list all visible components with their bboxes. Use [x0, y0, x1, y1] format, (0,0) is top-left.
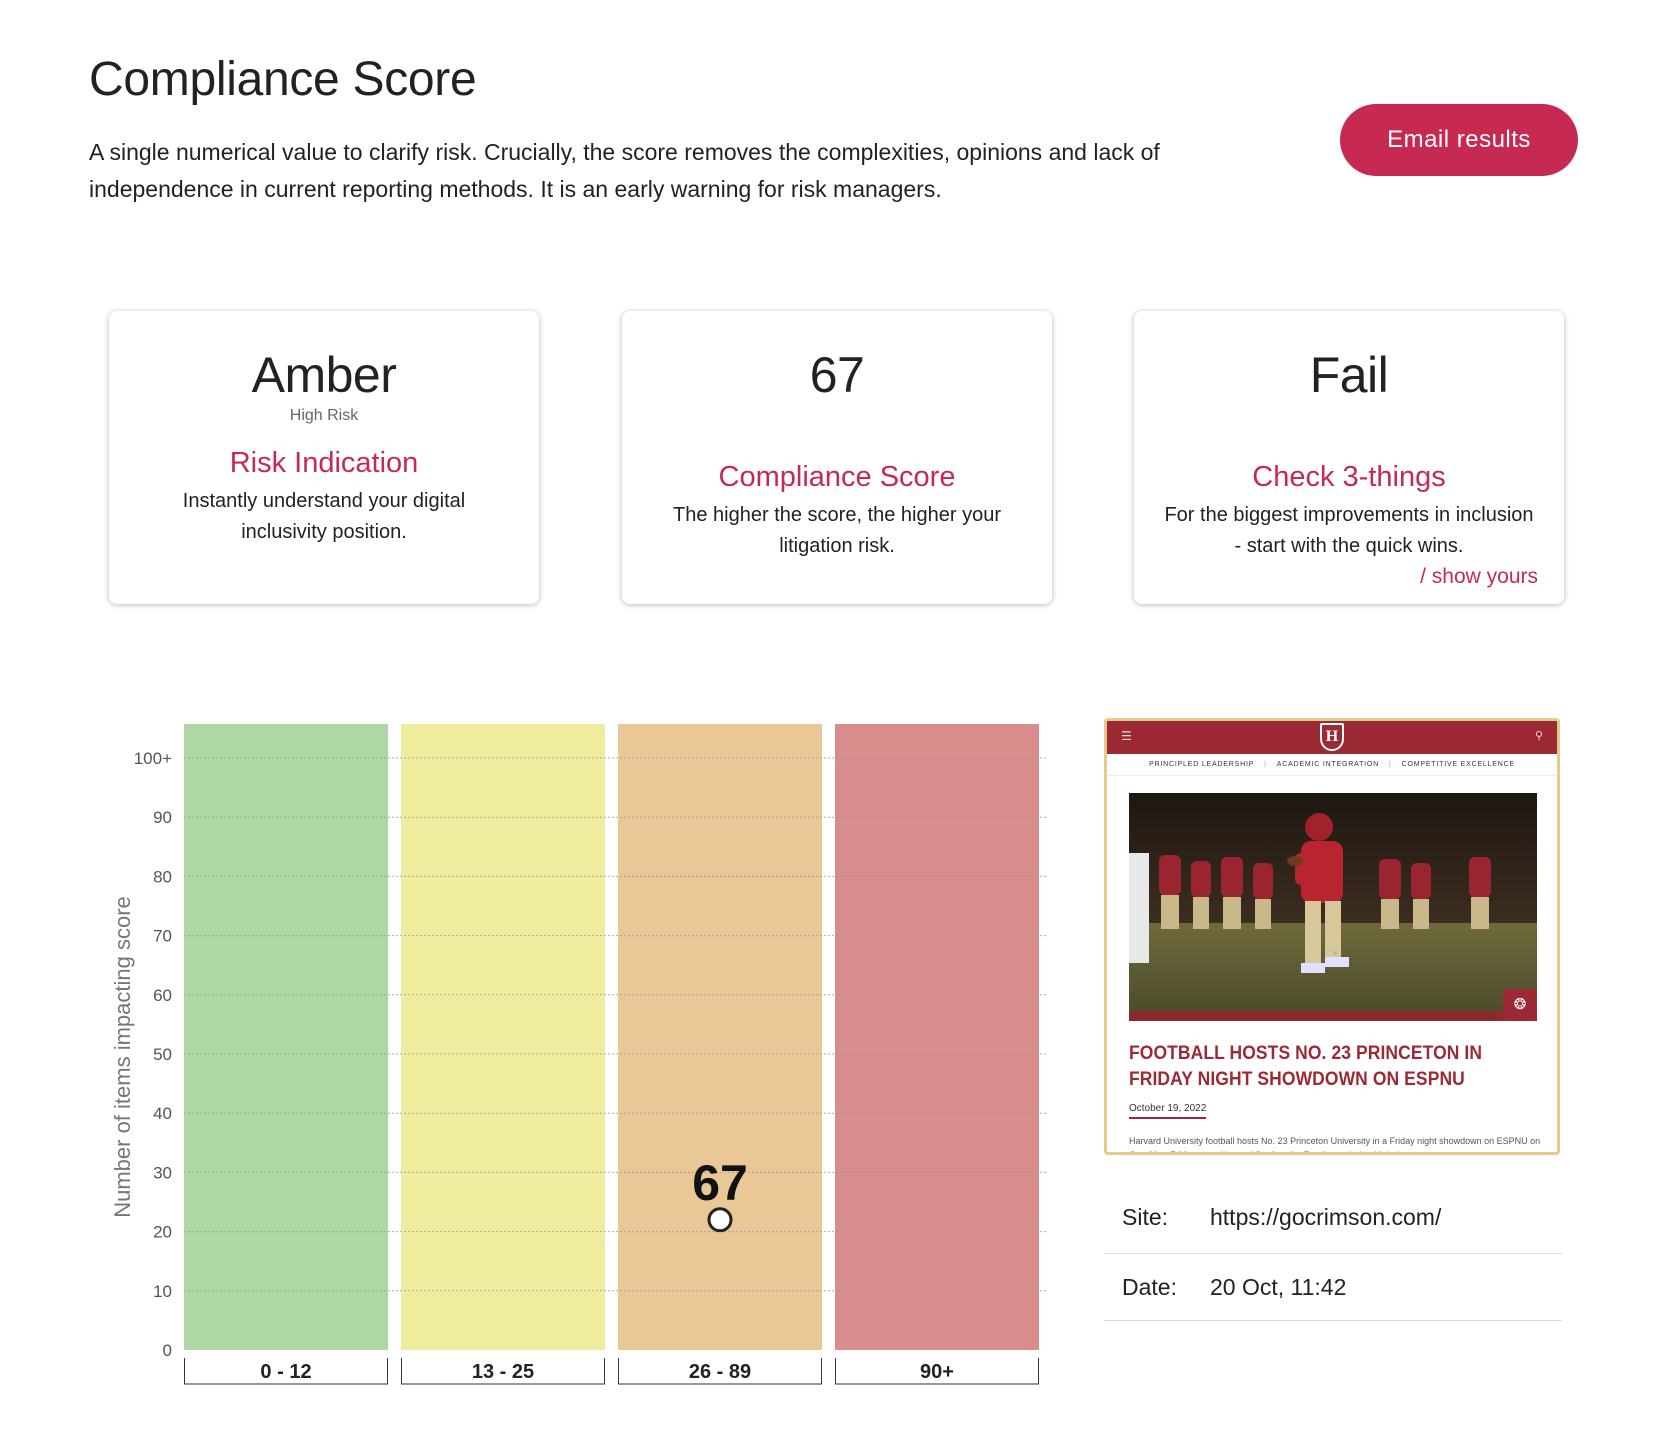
card-heading: Risk Indication	[229, 447, 419, 479]
thumbnail-tagline: PRINCIPLED LEADERSHIP | ACADEMIC INTEGRA…	[1107, 754, 1557, 776]
date-label: Date:	[1122, 1273, 1177, 1300]
thumbnail-nav-bar: ☰ H ⚲	[1107, 721, 1557, 754]
check-things-card: Fail Check 3-things For the biggest impr…	[1134, 311, 1564, 604]
date-value: 20 Oct, 11:42	[1210, 1273, 1347, 1300]
y-tick-label: 0	[163, 1341, 172, 1360]
email-results-button[interactable]: Email results	[1340, 104, 1578, 176]
thumbnail-date: October 19, 2022	[1129, 1103, 1207, 1119]
thumbnail-photo: ❂	[1129, 793, 1537, 1021]
y-tick-label: 20	[153, 1223, 172, 1242]
crest-icon: H	[1320, 723, 1344, 751]
score-point	[707, 1207, 733, 1233]
y-tick-label: 30	[153, 1163, 172, 1182]
risk-indication-card: Amber High Risk Risk Indication Instantl…	[109, 311, 539, 604]
tagline-item: COMPETITIVE EXCELLENCE	[1401, 761, 1515, 768]
risk-subtitle: High Risk	[289, 407, 359, 424]
card-description: Instantly understand your digital inclus…	[182, 490, 466, 543]
x-band-label: 26 - 89	[689, 1361, 751, 1383]
football-icon: ❂	[1503, 989, 1537, 1021]
card-heading: Compliance Score	[718, 461, 956, 493]
site-label: Site:	[1122, 1204, 1169, 1230]
site-screenshot-thumbnail: ☰ H ⚲ PRINCIPLED LEADERSHIP | ACADEMIC I…	[1104, 718, 1560, 1155]
site-row: Site: https://gocrimson.com/	[1104, 1190, 1562, 1254]
score-chart: 0 10 20 30 40 50 60 70 80 90 100+ Number of items i…	[100, 700, 1060, 1400]
y-tick-label: 40	[153, 1104, 172, 1123]
x-band-label: 0 - 12	[260, 1361, 311, 1383]
thumbnail-headline: FOOTBALL HOSTS NO. 23 PRINCETON IN FRIDA…	[1129, 1043, 1483, 1090]
y-tick-label: 100+	[134, 749, 172, 768]
risk-value: Amber	[251, 347, 397, 403]
card-heading: Check 3-things	[1252, 461, 1446, 493]
check-value: Fail	[1309, 347, 1389, 403]
card-description: The higher the score, the higher your li…	[673, 504, 1001, 557]
y-tick-label: 70	[153, 927, 172, 946]
y-tick-label: 60	[153, 986, 172, 1005]
card-description: For the biggest improvements in inclusio…	[1164, 504, 1534, 557]
y-axis-label: Number of items impacting score	[110, 896, 135, 1218]
band-4	[835, 724, 1039, 1350]
site-value: https://gocrimson.com/	[1210, 1204, 1442, 1230]
tagline-separator: |	[1264, 761, 1267, 768]
band-1	[184, 724, 388, 1350]
y-tick-label: 50	[153, 1045, 172, 1064]
score-chart-svg: 0 10 20 30 40 50 60 70 80 90 100+ Number of items i…	[110, 724, 1047, 1385]
tagline-item: PRINCIPLED LEADERSHIP	[1149, 761, 1255, 768]
score-value: 67	[809, 347, 865, 403]
x-band-label: 90+	[920, 1361, 954, 1383]
band-2	[401, 724, 605, 1350]
football-photo-illustration	[1129, 793, 1537, 1021]
tagline-separator: |	[1389, 761, 1392, 768]
score-point-label: 67	[692, 1155, 748, 1211]
search-icon: ⚲	[1534, 730, 1543, 742]
page-title: Compliance Score	[89, 53, 477, 106]
scan-meta-table: Site: https://gocrimson.com/ Date: 20 Oc…	[1104, 1190, 1562, 1321]
show-yours-link[interactable]: / show yours	[1420, 565, 1538, 589]
date-row: Date: 20 Oct, 11:42	[1104, 1254, 1562, 1321]
compliance-score-card: 67 Compliance Score The higher the score…	[622, 311, 1052, 604]
tagline-item: ACADEMIC INTEGRATION	[1276, 761, 1380, 768]
x-band-label: 13 - 25	[472, 1361, 534, 1383]
intro-text: A single numerical value to clarify risk…	[89, 139, 1160, 202]
thumbnail-body-text: Harvard University football hosts No. 23…	[1129, 1136, 1541, 1155]
menu-icon: ☰	[1121, 729, 1132, 743]
y-tick-label: 90	[153, 808, 172, 827]
band-3	[618, 724, 822, 1350]
y-tick-label: 80	[153, 867, 172, 886]
y-tick-label: 10	[153, 1282, 172, 1301]
